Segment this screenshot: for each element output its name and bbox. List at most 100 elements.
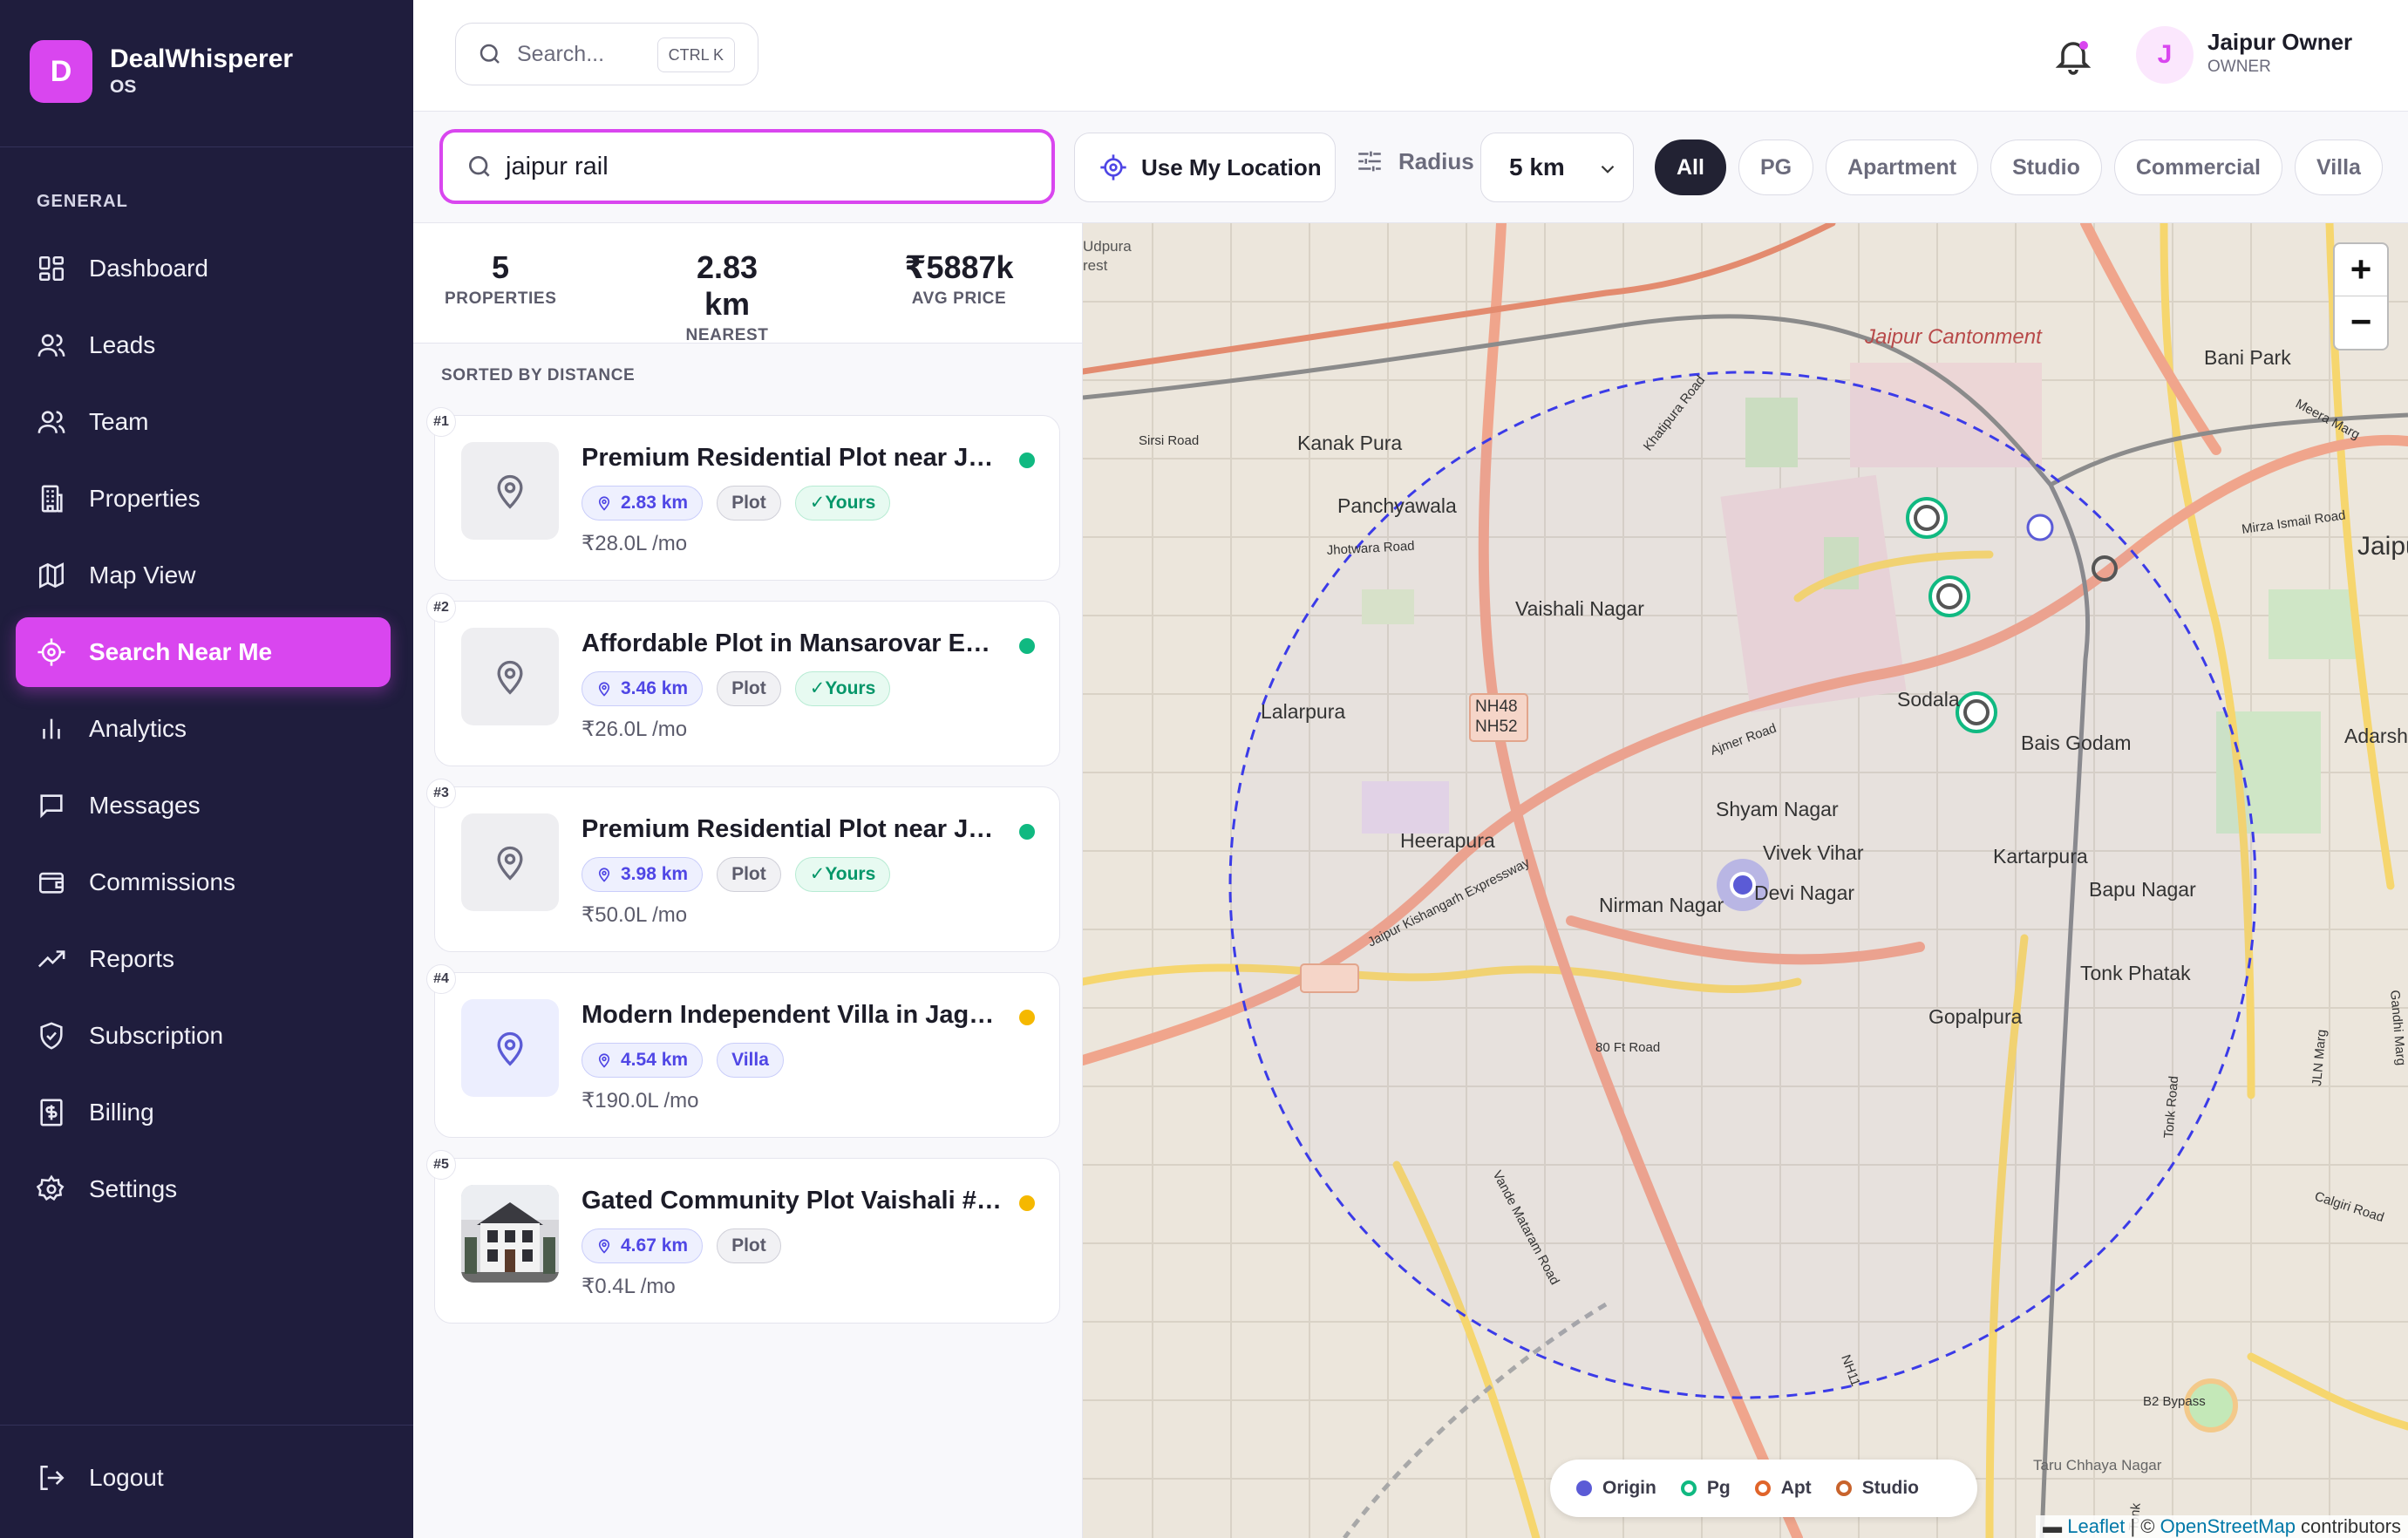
sidebar-item-properties[interactable]: Properties <box>16 464 391 534</box>
attribution-tail: contributors <box>2295 1515 2401 1537</box>
logout-icon <box>40 1465 65 1491</box>
user-name: Jaipur Owner <box>2207 29 2353 55</box>
sidebar-item-label: Billing <box>89 1099 154 1126</box>
status-dot <box>1019 824 1035 840</box>
result-card[interactable]: #1 Premium Residential Plot near Jagatpu… <box>426 407 1060 581</box>
rank-badge: #1 <box>426 407 456 437</box>
shield-check-icon <box>40 1022 63 1050</box>
property-thumbnail <box>461 628 559 725</box>
sidebar-item-billing[interactable]: Billing <box>16 1078 391 1147</box>
zoom-in-button[interactable]: + <box>2335 244 2387 296</box>
legend-apt: Apt <box>1754 1478 1812 1499</box>
distance-text: 3.46 km <box>621 678 689 698</box>
sidebar-item-messages[interactable]: Messages <box>16 771 391 840</box>
legend-label: Origin <box>1602 1478 1656 1498</box>
property-price: ₹50.0L /mo <box>582 903 688 927</box>
studio-ring-icon <box>1835 1480 1852 1496</box>
apt-ring-icon <box>1754 1480 1771 1496</box>
notification-bell-icon[interactable] <box>2052 35 2094 77</box>
sidebar-item-commissions[interactable]: Commissions <box>16 847 391 917</box>
chip-studio[interactable]: Studio <box>1990 140 2102 195</box>
results-panel: 5 PROPERTIES 2.83 km NEAREST ₹5887k AVG … <box>413 223 1083 1538</box>
location-search-input[interactable]: jaipur rail <box>439 129 1055 204</box>
result-card[interactable]: #2 Affordable Plot in Mansarovar Extensi… <box>426 593 1060 766</box>
sidebar-item-map-view[interactable]: Map View <box>16 541 391 610</box>
property-thumbnail <box>461 813 559 911</box>
map-label: Taru Chhaya Nagar <box>2033 1457 2162 1473</box>
map-label: 80 Ft Road <box>1595 1040 1660 1055</box>
sidebar-item-team[interactable]: Team <box>16 387 391 457</box>
map-label: Udpura <box>1083 238 1132 255</box>
sidebar-item-search-near-me[interactable]: Search Near Me <box>16 617 391 687</box>
property-price: ₹190.0L /mo <box>582 1089 699 1113</box>
property-photo <box>461 1185 559 1283</box>
result-card[interactable]: #5 Gated Community Plot Vaishali #28 4.6… <box>426 1150 1060 1324</box>
map-pin-icon <box>598 1053 610 1068</box>
rank-badge: #3 <box>426 779 456 808</box>
building-icon <box>41 485 63 513</box>
global-search-input[interactable]: Search... CTRL K <box>455 23 758 85</box>
chip-all[interactable]: All <box>1655 140 1726 195</box>
chip-villa[interactable]: Villa <box>2294 140 2383 195</box>
sidebar-item-leads[interactable]: Leads <box>16 310 391 380</box>
map-label: Kartarpura <box>1993 845 2088 868</box>
leaflet-link[interactable]: Leaflet <box>2067 1515 2125 1537</box>
sidebar-item-reports[interactable]: Reports <box>16 924 391 994</box>
distance-badge: 3.46 km <box>582 671 704 706</box>
sidebar-item-subscription[interactable]: Subscription <box>16 1001 391 1071</box>
stat-value: ₹5887k <box>904 249 1014 285</box>
yours-badge: ✓Yours <box>794 857 891 892</box>
map-pin-icon <box>497 1031 523 1066</box>
map-pin-icon <box>497 474 523 509</box>
property-title: Premium Residential Plot near Jagatpura <box>582 444 1003 472</box>
locate-icon <box>1100 154 1126 180</box>
search-icon <box>469 156 490 177</box>
result-card[interactable]: #3 Premium Residential Plot near Jagatpu… <box>426 779 1060 952</box>
sidebar-nav: Dashboard Leads Team Properties Map View… <box>16 234 391 1231</box>
user-menu[interactable]: Jaipur Owner OWNER <box>2207 28 2352 78</box>
legend-label: Pg <box>1706 1478 1731 1498</box>
sidebar: D DealWhisperer OS GENERAL Dashboard Lea… <box>0 0 413 1538</box>
radius-label-text: Radius <box>1398 147 1474 174</box>
use-my-location-button[interactable]: Use My Location <box>1074 133 1336 202</box>
sidebar-item-label: Leads <box>89 331 156 358</box>
receipt-icon <box>40 1099 63 1126</box>
map-attribution: ▬ Leaflet | © OpenStreetMap contributors <box>2036 1515 2408 1538</box>
sidebar-item-analytics[interactable]: Analytics <box>16 694 391 764</box>
chip-commercial[interactable]: Commercial <box>2113 140 2282 195</box>
avatar[interactable]: J <box>2136 26 2194 84</box>
shortcut-hint: CTRL K <box>656 37 735 72</box>
radius-label: Radius <box>1355 146 1474 176</box>
sidebar-item-settings[interactable]: Settings <box>16 1154 391 1224</box>
rank-badge: #2 <box>426 593 456 623</box>
pg-ring-icon <box>1680 1480 1697 1496</box>
map-label: Sirsi Road <box>1139 433 1199 448</box>
stat-label: NEAREST <box>685 326 769 344</box>
map-label: Shyam Nagar <box>1716 798 1839 820</box>
zoom-out-button[interactable]: − <box>2335 296 2387 349</box>
type-badge: Plot <box>717 486 781 521</box>
filter-bar: jaipur rail Use My Location Radius 5 km … <box>413 112 2408 223</box>
property-thumbnail <box>461 442 559 540</box>
sidebar-item-label: Subscription <box>89 1022 224 1049</box>
stats-summary: 5 PROPERTIES 2.83 km NEAREST ₹5887k AVG … <box>413 223 1082 344</box>
type-badge: Plot <box>717 1228 781 1263</box>
sidebar-item-label: Reports <box>89 945 175 972</box>
map-label: Heerapura <box>1400 829 1495 852</box>
map-label: Panchyawala <box>1337 494 1457 517</box>
brand[interactable]: D DealWhisperer OS <box>30 40 293 103</box>
chip-apartment[interactable]: Apartment <box>1826 140 1979 195</box>
use-my-location-label: Use My Location <box>1141 153 1322 180</box>
osm-link[interactable]: OpenStreetMap <box>2160 1515 2296 1537</box>
stat-label: AVG PRICE <box>911 289 1007 308</box>
sidebar-item-dashboard[interactable]: Dashboard <box>16 234 391 303</box>
legend-studio: Studio <box>1835 1478 1919 1499</box>
map-canvas[interactable]: Jaipur Cantonment Bani Park Kanak Pura S… <box>1083 223 2408 1538</box>
stat-value: 5 <box>491 249 510 285</box>
radius-select[interactable]: 5 km <box>1480 133 1634 202</box>
distance-text: 4.54 km <box>621 1050 689 1070</box>
logout-button[interactable]: Logout <box>37 1463 164 1493</box>
type-badge: Plot <box>717 671 781 706</box>
result-card[interactable]: #4 Modern Independent Villa in Jagatpura… <box>426 964 1060 1138</box>
chip-pg[interactable]: PG <box>1738 140 1814 195</box>
